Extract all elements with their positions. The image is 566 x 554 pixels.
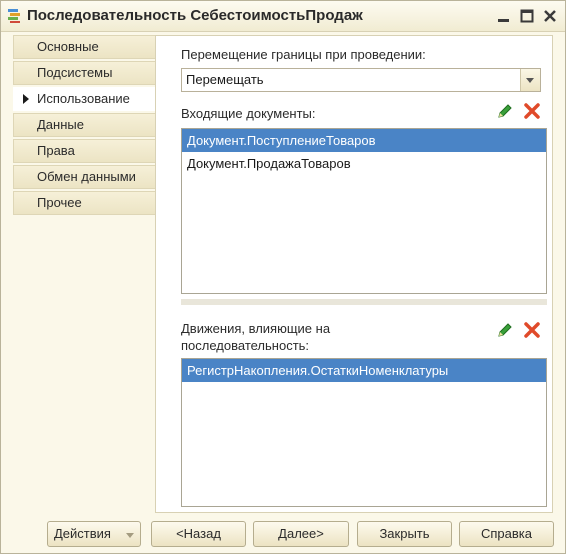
sidebar-item-label: Подсистемы: [37, 65, 113, 80]
incoming-docs-list[interactable]: Документ.ПоступлениеТоваров Документ.Про…: [181, 128, 547, 294]
chevron-down-icon[interactable]: [520, 69, 540, 91]
sidebar-item-osnovnye[interactable]: Основные: [13, 35, 155, 59]
sidebar: Основные Подсистемы Использование Данные…: [13, 35, 155, 217]
close-button[interactable]: Закрыть: [357, 521, 452, 547]
title-bar: Последовательность СебестоимостьПродаж: [1, 1, 565, 32]
close-window-button[interactable]: [539, 5, 561, 27]
window-title: Последовательность СебестоимостьПродаж: [27, 7, 363, 24]
border-move-label: Перемещение границы при проведении:: [181, 47, 426, 62]
actions-button[interactable]: Действия: [47, 521, 141, 547]
movements-label-line2: последовательность:: [181, 338, 310, 353]
chevron-down-icon: [126, 533, 134, 538]
actions-button-label: Действия: [54, 526, 111, 541]
sidebar-item-prava[interactable]: Права: [13, 139, 155, 163]
movements-list[interactable]: РегистрНакопления.ОстаткиНоменклатуры: [181, 358, 547, 507]
movements-label: Движения, влияющие на последовательность…: [181, 320, 330, 354]
movements-label-line1: Движения, влияющие на: [181, 321, 331, 336]
delete-icon[interactable]: [523, 102, 541, 120]
border-move-select[interactable]: Перемещать: [181, 68, 541, 92]
minimize-button[interactable]: [493, 5, 515, 27]
border-move-value: Перемещать: [186, 72, 264, 87]
maximize-icon: [520, 9, 534, 23]
dialog-window: Последовательность СебестоимостьПродаж О…: [0, 0, 566, 554]
usage-panel: Перемещение границы при проведении: Пере…: [155, 35, 553, 513]
close-icon: [544, 10, 556, 22]
maximize-button[interactable]: [516, 5, 538, 27]
sidebar-item-podsistemy[interactable]: Подсистемы: [13, 61, 155, 85]
sidebar-item-dannye[interactable]: Данные: [13, 113, 155, 137]
help-button[interactable]: Справка: [459, 521, 554, 547]
list-item[interactable]: РегистрНакопления.ОстаткиНоменклатуры: [182, 359, 546, 382]
panel-splitter[interactable]: [181, 299, 547, 305]
incoming-docs-label: Входящие документы:: [181, 106, 316, 121]
sidebar-item-label: Права: [37, 143, 75, 158]
sidebar-item-label: Обмен данными: [37, 169, 136, 184]
sidebar-item-label: Данные: [37, 117, 84, 132]
sidebar-item-prochee[interactable]: Прочее: [13, 191, 155, 215]
list-item[interactable]: Документ.ПоступлениеТоваров: [182, 129, 546, 152]
sidebar-item-label: Использование: [37, 91, 130, 106]
current-item-arrow-icon: [23, 94, 29, 104]
sidebar-item-obmen-dannymi[interactable]: Обмен данными: [13, 165, 155, 189]
list-item[interactable]: Документ.ПродажаТоваров: [182, 152, 546, 175]
sequence-app-icon: [8, 9, 20, 23]
minimize-icon: [498, 19, 509, 22]
back-button[interactable]: <Назад: [151, 521, 246, 547]
sidebar-item-ispolzovanie[interactable]: Использование: [13, 87, 155, 111]
edit-pencil-icon[interactable]: [496, 321, 514, 339]
delete-icon[interactable]: [523, 321, 541, 339]
sidebar-item-label: Основные: [37, 39, 99, 54]
next-button[interactable]: Далее>: [253, 521, 349, 547]
sidebar-item-label: Прочее: [37, 195, 82, 210]
edit-pencil-icon[interactable]: [496, 102, 514, 120]
